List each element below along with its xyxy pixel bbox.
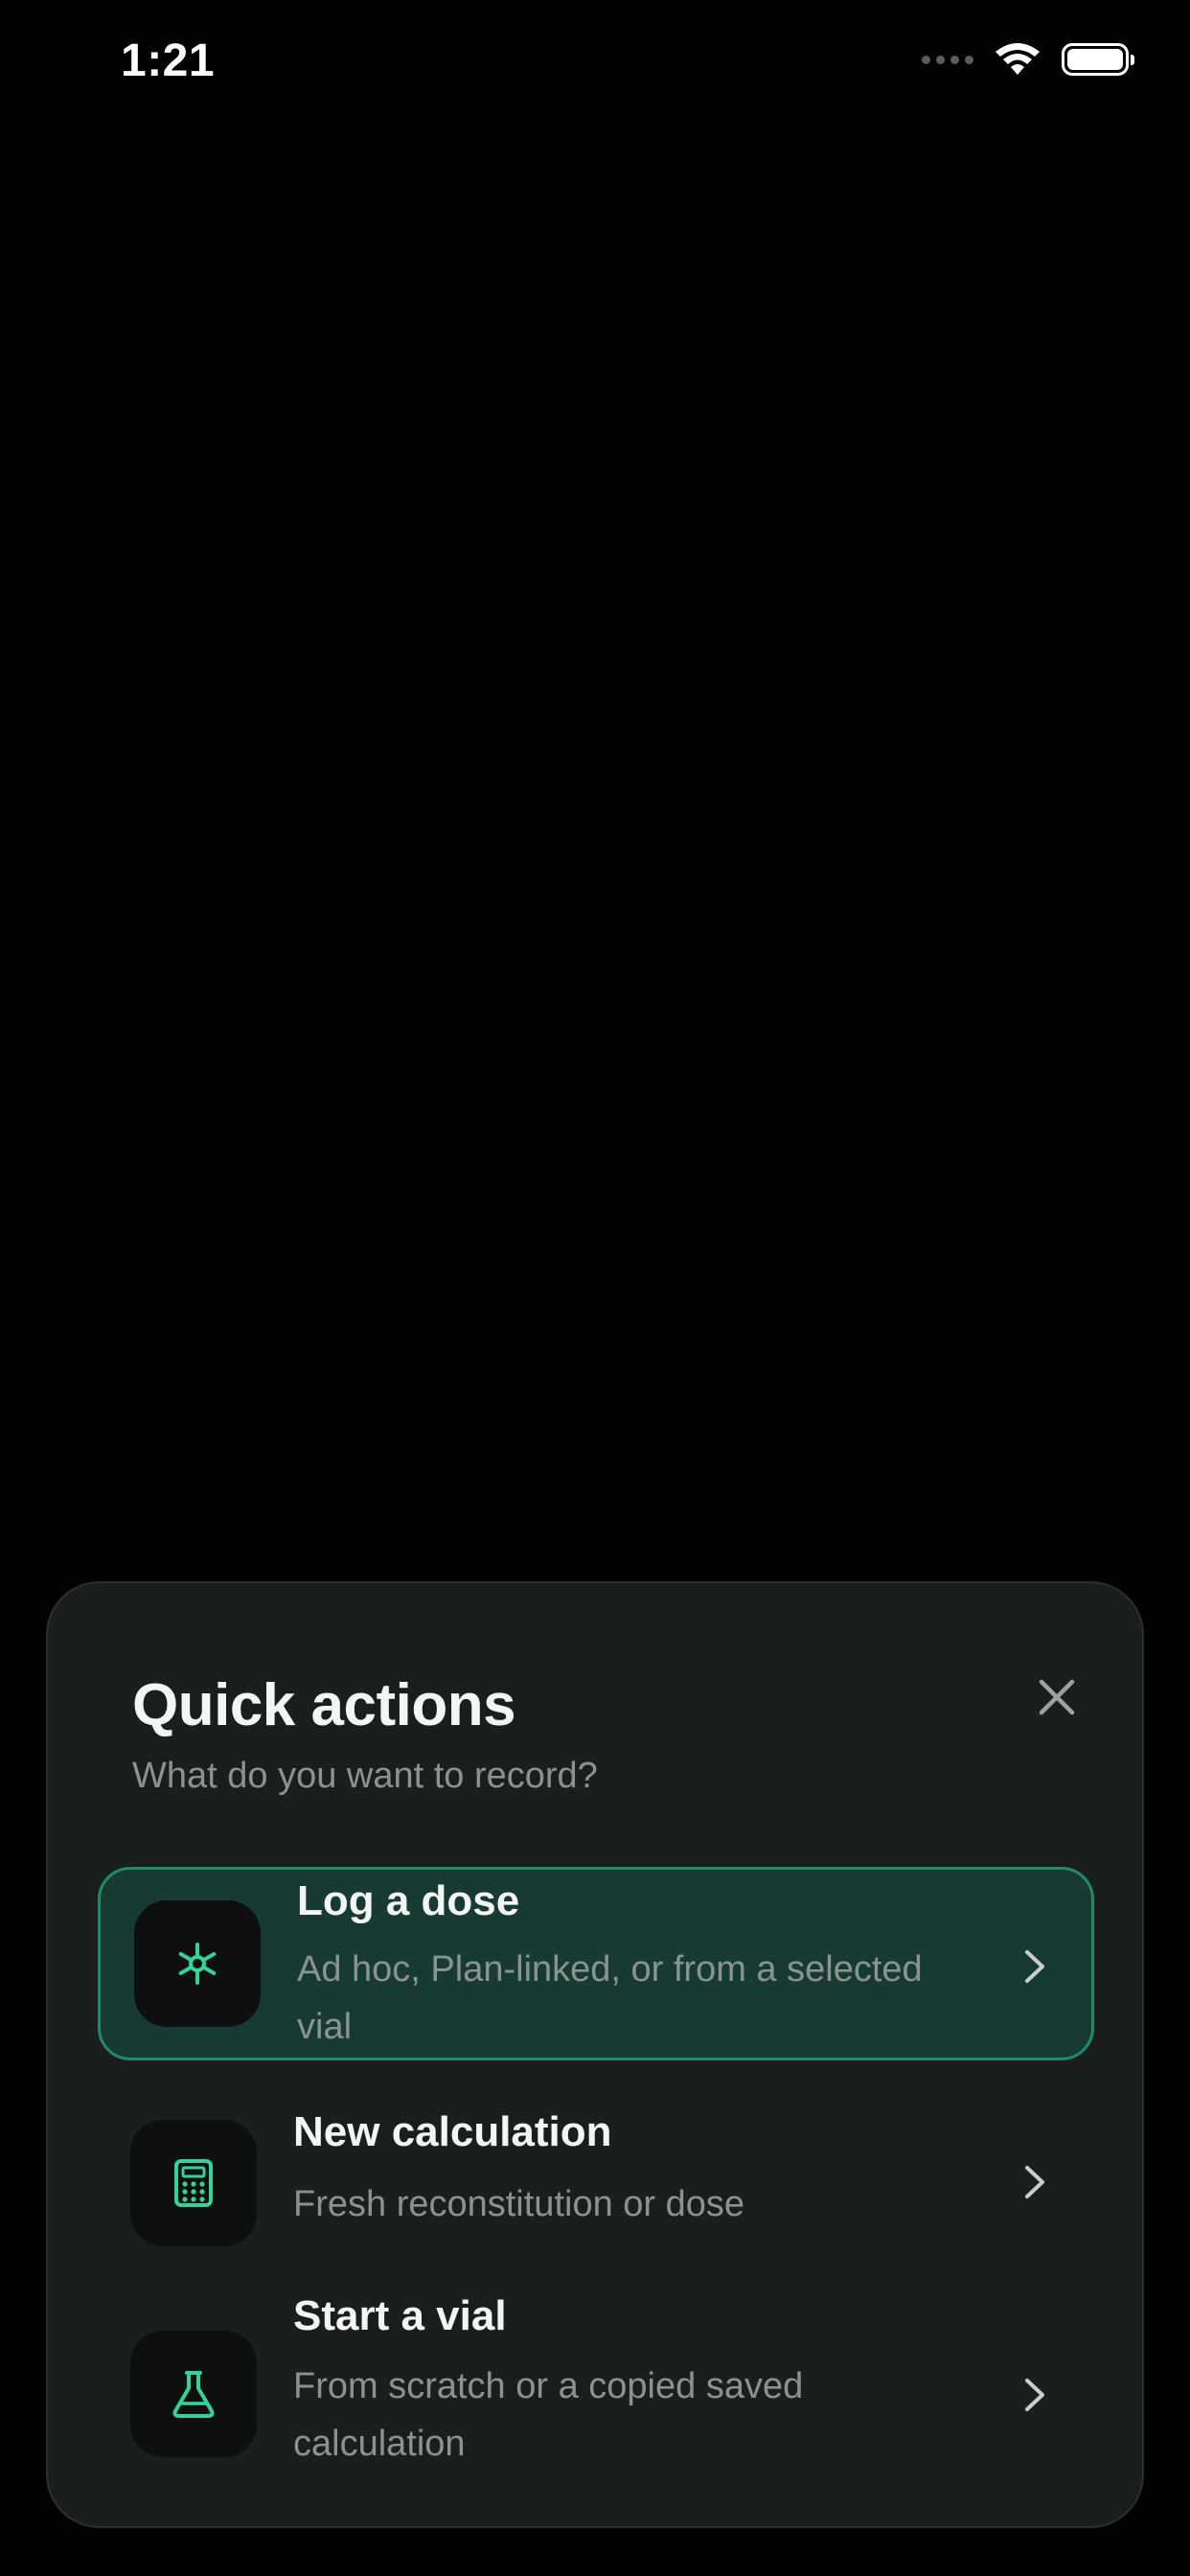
log-dose-chevron <box>1016 1943 1054 1990</box>
log-dose-description: Ad hoc, Plan-linked, or from a selected … <box>297 1949 923 2047</box>
signal-dots-icon <box>922 55 973 64</box>
wifi-icon <box>995 43 1040 75</box>
close-icon <box>1039 1679 1075 1715</box>
chevron-right-icon <box>1025 2166 1044 2198</box>
start-vial-chevron <box>1016 2371 1054 2419</box>
start-vial-action[interactable]: Start a vial From scratch or a copied sa… <box>98 2292 1094 2484</box>
new-calculation-action[interactable]: New calculation Fresh reconstitution or … <box>98 2101 1094 2264</box>
status-time: 1:21 <box>121 35 216 86</box>
log-dose-title: Log a dose <box>297 1877 520 1924</box>
close-button[interactable] <box>1021 1662 1092 1733</box>
new-calculation-chevron <box>1016 2158 1054 2206</box>
status-bar: 1:21 <box>0 0 1190 134</box>
quick-actions-sheet: Quick actions What do you want to record… <box>46 1581 1144 2528</box>
log-dose-icon-tile <box>134 1900 261 2027</box>
sheet-title: Quick actions <box>132 1672 516 1738</box>
new-calculation-icon-tile <box>130 2120 257 2246</box>
log-dose-action[interactable]: Log a dose Ad hoc, Plan-linked, or from … <box>98 1867 1094 2060</box>
status-icons <box>922 42 1134 77</box>
calculator-icon <box>174 2159 213 2207</box>
screen: 1:21 Quick actions What do you want to r… <box>0 0 1190 2576</box>
battery-icon <box>1062 43 1134 76</box>
new-calculation-description: Fresh reconstitution or dose <box>293 2184 745 2224</box>
start-vial-title: Start a vial <box>293 2292 507 2339</box>
sheet-subtitle: What do you want to record? <box>132 1756 598 1796</box>
chevron-right-icon <box>1025 2379 1044 2411</box>
start-vial-description: From scratch or a copied saved calculati… <box>293 2366 804 2464</box>
start-vial-icon-tile <box>130 2331 257 2457</box>
chevron-right-icon <box>1025 1950 1044 1983</box>
new-calculation-title: New calculation <box>293 2108 612 2155</box>
asterisk-icon <box>178 1943 217 1985</box>
flask-icon <box>172 2371 215 2418</box>
